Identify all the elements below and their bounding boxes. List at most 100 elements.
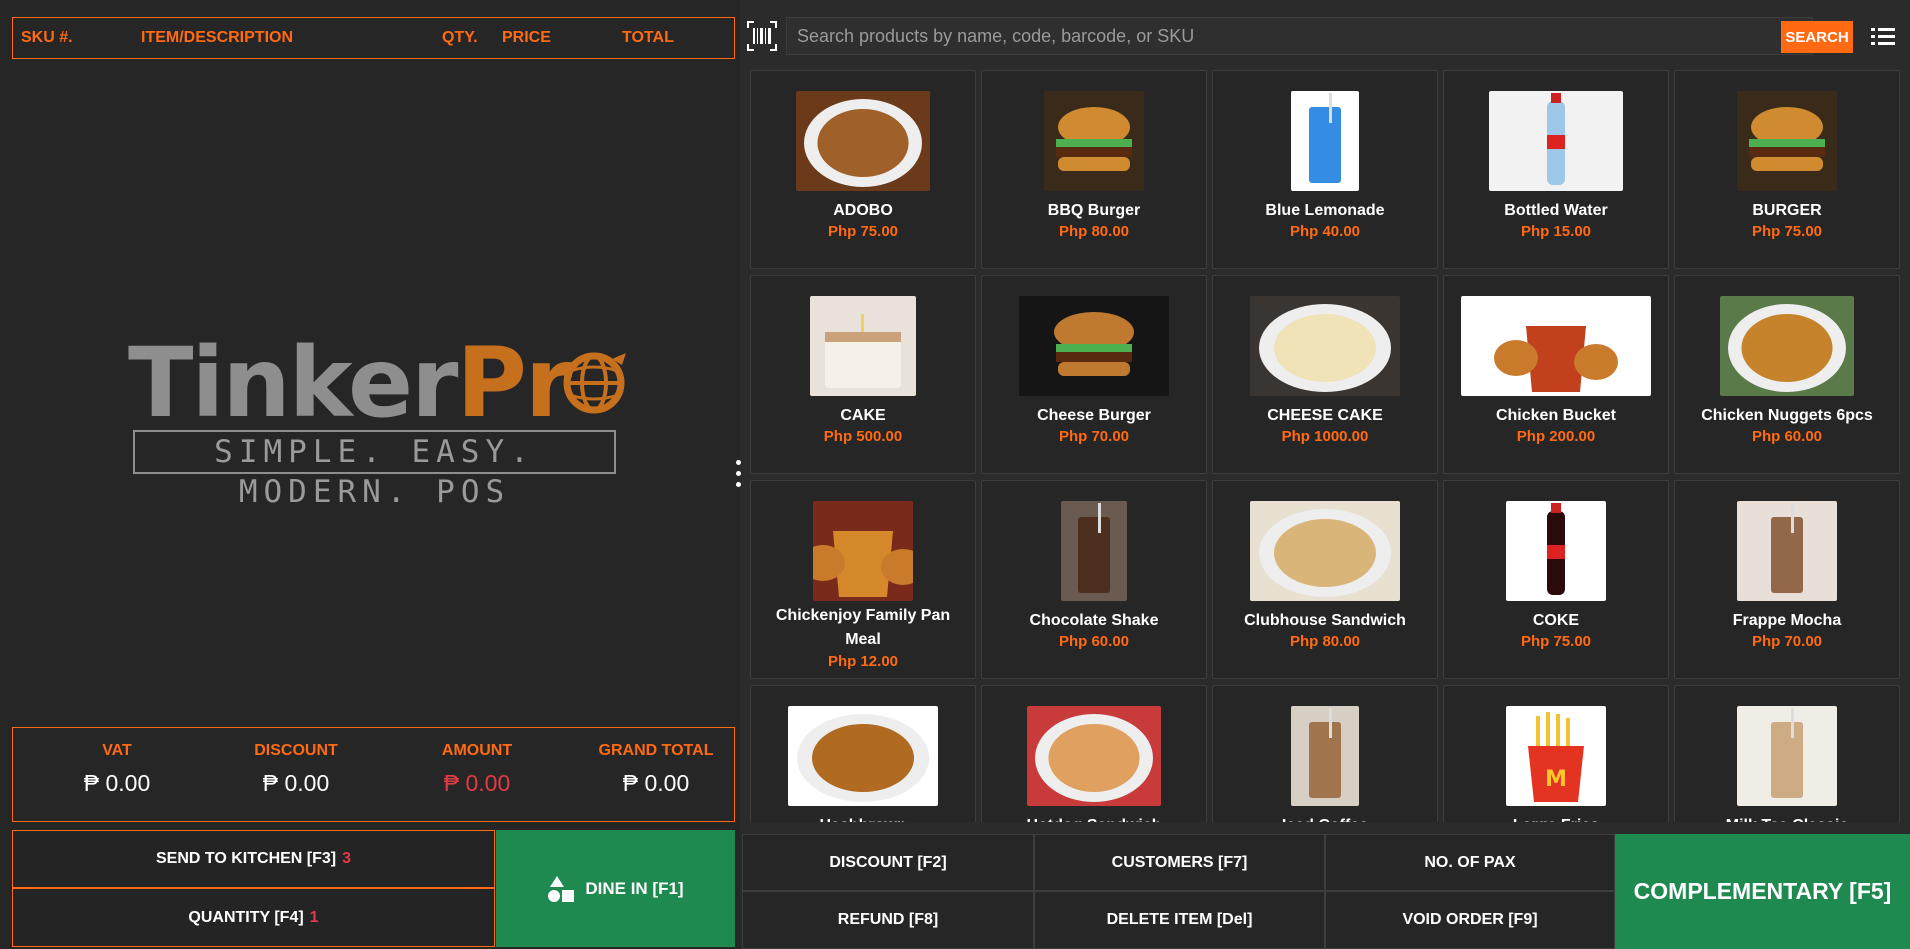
product-image: M	[1506, 706, 1606, 806]
customers-button[interactable]: CUSTOMERS [F7]	[1034, 834, 1325, 891]
product-card[interactable]: BURGER Php 75.00	[1674, 70, 1900, 269]
product-grid: ADOBO Php 75.00 BBQ Burger Php 80.00 Blue Le…	[750, 70, 1905, 822]
product-name: Blue Lemonade	[1265, 202, 1385, 219]
order-panel: SKU #. ITEM/DESCRIPTION QTY. PRICE TOTAL…	[0, 0, 740, 949]
kitchen-count-badge: 3	[342, 850, 352, 867]
product-card[interactable]: Blue Lemonade Php 40.00	[1212, 70, 1438, 269]
product-image	[1250, 296, 1400, 396]
product-image	[1027, 706, 1161, 806]
product-name: Chicken Bucket	[1495, 407, 1617, 424]
vat-value: ₱ 0.00	[83, 770, 151, 796]
product-name: Chocolate Shake	[1029, 612, 1159, 629]
refund-button[interactable]: REFUND [F8]	[742, 891, 1034, 949]
product-image	[1489, 91, 1623, 191]
product-card[interactable]: Hotdog Sandwich	[981, 685, 1207, 822]
grand-total-block: GRAND TOTAL ₱ 0.00	[566, 742, 746, 797]
quantity-button[interactable]: QUANTITY [F4] 1	[12, 888, 495, 947]
product-card[interactable]: Cheese Burger Php 70.00	[981, 275, 1207, 474]
discount-value: ₱ 0.00	[262, 770, 330, 796]
product-image	[1250, 501, 1400, 601]
product-name: Hashbrown	[759, 814, 967, 822]
product-card[interactable]: Chocolate Shake Php 60.00	[981, 480, 1207, 679]
void-order-button[interactable]: VOID ORDER [F9]	[1325, 891, 1615, 949]
product-card[interactable]: M Large Fries	[1443, 685, 1669, 822]
product-price: Php 500.00	[823, 428, 903, 445]
tinkerpro-logo: TinkerPr SIMPLE. EASY. MODERN. POS	[128, 327, 628, 510]
totals-panel: VAT ₱ 0.00 DISCOUNT ₱ 0.00 AMOUNT ₱ 0.00…	[12, 727, 735, 822]
product-card[interactable]: Iced Coffee	[1212, 685, 1438, 822]
product-image	[788, 706, 938, 806]
discount-block: DISCOUNT ₱ 0.00	[206, 742, 386, 797]
product-image	[796, 91, 930, 191]
shapes-icon	[548, 875, 575, 902]
grand-total-value: ₱ 0.00	[622, 770, 690, 796]
vat-block: VAT ₱ 0.00	[27, 742, 207, 797]
product-card[interactable]: BBQ Burger Php 80.00	[981, 70, 1207, 269]
search-button[interactable]: SEARCH	[1781, 21, 1853, 53]
product-price: Php 12.00	[827, 653, 899, 670]
logo-wordmark: TinkerPr	[128, 327, 572, 439]
pos-screen: SKU #. ITEM/DESCRIPTION QTY. PRICE TOTAL…	[0, 0, 1910, 949]
product-name: Frappe Mocha	[1732, 612, 1842, 629]
product-price: Php 75.00	[1520, 633, 1592, 650]
col-price: PRICE	[502, 29, 551, 46]
globe-icon	[563, 352, 626, 414]
product-card[interactable]: Frappe Mocha Php 70.00	[1674, 480, 1900, 679]
product-price: Php 70.00	[1058, 428, 1130, 445]
quantity-count-badge: 1	[309, 908, 319, 926]
logo-tagline: SIMPLE. EASY. MODERN. POS	[133, 430, 616, 510]
product-name: Hotdog Sandwich	[990, 814, 1198, 822]
product-image	[1061, 501, 1127, 601]
product-name: CAKE	[840, 407, 886, 424]
complementary-button[interactable]: COMPLEMENTARY [F5]	[1615, 834, 1910, 949]
product-card[interactable]: Milk Tea Classic	[1674, 685, 1900, 822]
product-image	[1019, 296, 1169, 396]
product-image	[1720, 296, 1854, 396]
no-of-pax-button[interactable]: NO. OF PAX	[1325, 834, 1615, 891]
list-view-icon[interactable]	[1870, 24, 1896, 50]
product-image	[1291, 706, 1359, 806]
col-sku: SKU #.	[21, 29, 73, 46]
svg-text:M: M	[1545, 767, 1567, 792]
amount-block: AMOUNT ₱ 0.00	[387, 742, 567, 797]
product-price: Php 80.00	[1289, 633, 1361, 650]
product-price: Php 60.00	[1058, 633, 1130, 650]
dine-in-button[interactable]: DINE IN [F1]	[496, 830, 735, 947]
send-to-kitchen-button[interactable]: SEND TO KITCHEN [F3] 3	[12, 830, 495, 888]
discount-button[interactable]: DISCOUNT [F2]	[742, 834, 1034, 891]
product-image	[1461, 296, 1651, 396]
product-name: Iced Coffee	[1221, 814, 1429, 822]
product-card[interactable]: Hashbrown	[750, 685, 976, 822]
product-price: Php 70.00	[1751, 633, 1823, 650]
product-name: ADOBO	[833, 202, 893, 219]
col-total: TOTAL	[622, 29, 674, 46]
order-table-header: SKU #. ITEM/DESCRIPTION QTY. PRICE TOTAL	[12, 17, 735, 59]
product-image	[1291, 91, 1359, 191]
product-price: Php 75.00	[1751, 223, 1823, 240]
product-card[interactable]: ADOBO Php 75.00	[750, 70, 976, 269]
product-image	[1737, 706, 1837, 806]
product-image	[810, 296, 916, 396]
order-actions: DISCOUNT [F2] CUSTOMERS [F7] NO. OF PAX …	[742, 834, 1910, 949]
product-name: CHEESE CAKE	[1267, 407, 1383, 424]
delete-item-button[interactable]: DELETE ITEM [Del]	[1034, 891, 1325, 949]
product-image	[1737, 501, 1837, 601]
product-card[interactable]: Clubhouse Sandwich Php 80.00	[1212, 480, 1438, 679]
product-price: Php 40.00	[1289, 223, 1361, 240]
product-card[interactable]: Chickenjoy Family Pan Meal Php 12.00	[750, 480, 976, 679]
product-name: Chicken Nuggets 6pcs	[1701, 407, 1873, 424]
barcode-scanner-icon[interactable]	[746, 20, 778, 52]
product-card[interactable]: Chicken Bucket Php 200.00	[1443, 275, 1669, 474]
product-card[interactable]: CAKE Php 500.00	[750, 275, 976, 474]
product-price: Php 1000.00	[1281, 428, 1369, 445]
col-qty: QTY.	[442, 29, 478, 46]
product-name: Large Fries	[1452, 814, 1660, 822]
product-name: Bottled Water	[1504, 202, 1608, 219]
product-name: Milk Tea Classic	[1683, 814, 1891, 822]
product-card[interactable]: CHEESE CAKE Php 1000.00	[1212, 275, 1438, 474]
product-card[interactable]: Chicken Nuggets 6pcs Php 60.00	[1674, 275, 1900, 474]
product-search-input[interactable]	[786, 17, 1813, 55]
product-card[interactable]: COKE Php 75.00	[1443, 480, 1669, 679]
product-card[interactable]: Bottled Water Php 15.00	[1443, 70, 1669, 269]
product-name: Cheese Burger	[1037, 407, 1151, 424]
